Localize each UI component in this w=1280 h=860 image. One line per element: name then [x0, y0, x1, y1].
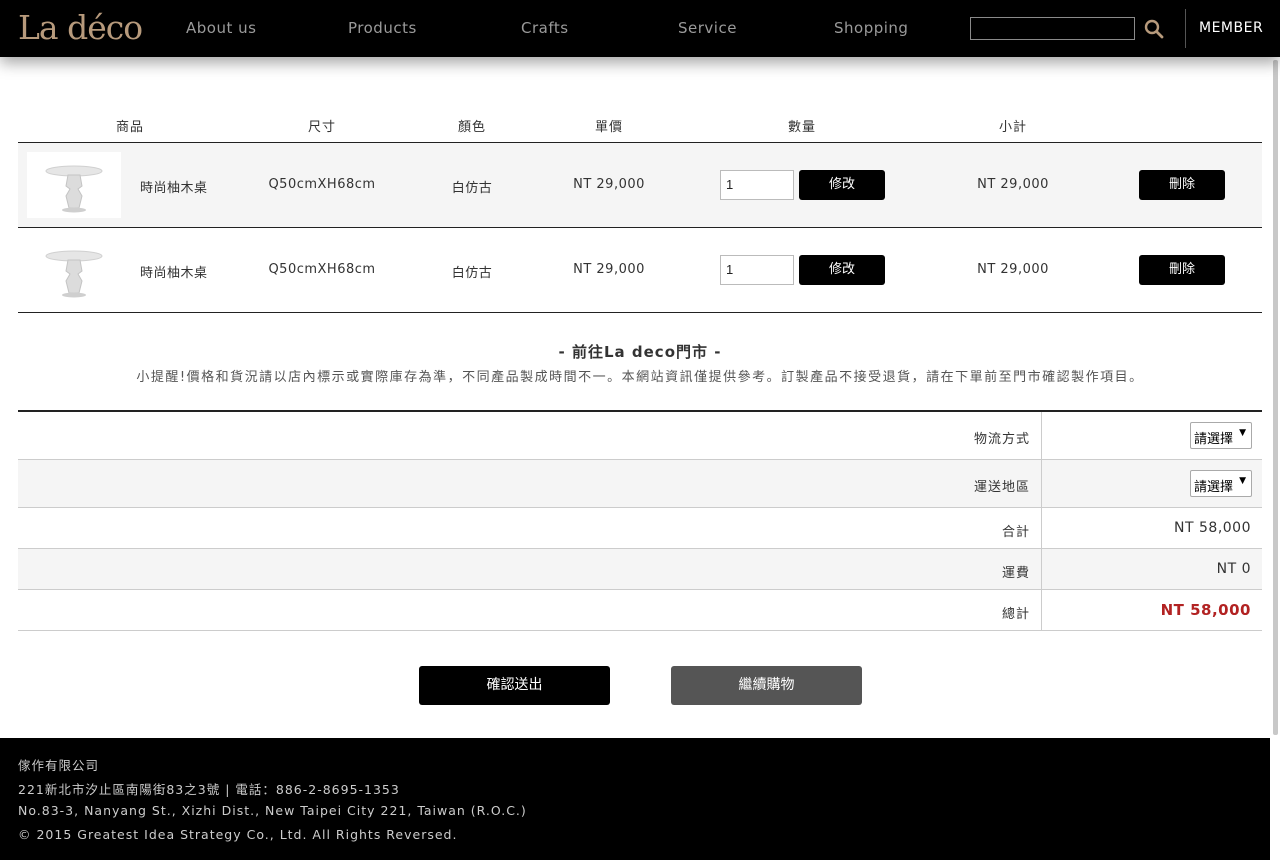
cart-table: 商品 尺寸 顏色 單價 數量 小計 時尚柚木桌 Q50cmXH68cm 白仿古 … — [18, 105, 1262, 313]
row-subtotal: NT 29,000 — [977, 262, 1049, 277]
search-input[interactable] — [970, 17, 1135, 40]
freight-row: 運費 NT 0 — [18, 549, 1262, 590]
col-subtotal: 小計 — [998, 120, 1028, 135]
total-label: 總計 — [1001, 607, 1030, 622]
summary-divider — [1041, 549, 1042, 589]
product-size: Q50cmXH68cm — [268, 177, 376, 192]
nav-products[interactable]: Products — [348, 19, 417, 37]
quantity-input[interactable]: 1 — [720, 170, 794, 200]
sum-row: 合計 NT 58,000 — [18, 508, 1262, 549]
summary-divider — [1041, 460, 1042, 507]
edit-button[interactable]: 修改 — [799, 170, 885, 200]
shipping-method-row: 物流方式 請選擇 ▼ — [18, 412, 1262, 460]
col-color: 顏色 — [457, 120, 487, 135]
region-row: 運送地區 請選擇 ▼ — [18, 460, 1262, 508]
region-value: 請選擇 — [1194, 480, 1234, 495]
col-price: 單價 — [594, 120, 624, 135]
summary-divider — [1041, 590, 1042, 630]
store-link-title[interactable]: - 前往La deco門市 - — [0, 341, 1280, 362]
delete-button[interactable]: 刪除 — [1139, 170, 1225, 200]
unit-price: NT 29,000 — [573, 177, 645, 192]
chevron-down-icon: ▼ — [1239, 476, 1246, 486]
quantity-input[interactable]: 1 — [720, 255, 794, 285]
chevron-down-icon: ▼ — [1239, 428, 1246, 438]
site-footer: 傢作有限公司 221新北市汐止區南陽街83之3號 | 電話：886-2-8695… — [0, 738, 1270, 860]
scrollbar-thumb[interactable] — [1273, 60, 1278, 735]
notice-text: 小提醒!價格和貨況請以店內標示或實際庫存為準，不同產品製成時間不一。本網站資訊僅… — [136, 370, 1144, 385]
footer-address-zh: 221新北市汐止區南陽街83之3號 | 電話：886-2-8695-1353 — [18, 782, 400, 797]
edit-button[interactable]: 修改 — [799, 255, 885, 285]
footer-company: 傢作有限公司 — [18, 758, 100, 773]
region-label: 運送地區 — [973, 480, 1030, 495]
product-name[interactable]: 時尚柚木桌 — [140, 262, 208, 281]
product-color: 白仿古 — [451, 181, 493, 196]
col-product: 商品 — [115, 120, 145, 135]
product-thumbnail[interactable] — [27, 152, 121, 218]
product-color: 白仿古 — [451, 266, 493, 281]
sum-label: 合計 — [1001, 525, 1030, 540]
row-subtotal: NT 29,000 — [977, 177, 1049, 192]
unit-price: NT 29,000 — [573, 262, 645, 277]
site-header: La déco About us Products Crafts Service… — [0, 0, 1280, 57]
continue-shopping-button[interactable]: 繼續購物 — [671, 666, 862, 705]
cart-header-row: 商品 尺寸 顏色 單價 數量 小計 — [18, 105, 1262, 143]
sum-value: NT 58,000 — [1174, 520, 1251, 536]
region-select[interactable]: 請選擇 ▼ — [1190, 470, 1252, 497]
order-summary: 物流方式 請選擇 ▼ 運送地區 請選擇 ▼ 合計 NT 58,000 運費 NT… — [18, 410, 1262, 631]
footer-copyright: © 2015 Greatest Idea Strategy Co., Ltd. … — [18, 827, 458, 842]
logo[interactable]: La déco — [18, 8, 143, 47]
confirm-submit-button[interactable]: 確認送出 — [419, 666, 610, 705]
footer-address-en: No.83-3, Nanyang St., Xizhi Dist., New T… — [18, 803, 527, 818]
table-row: 時尚柚木桌 Q50cmXH68cm 白仿古 NT 29,000 1 修改 NT … — [18, 228, 1262, 313]
nav-about-us[interactable]: About us — [186, 19, 256, 37]
header-divider — [1185, 9, 1186, 48]
product-size: Q50cmXH68cm — [268, 262, 376, 277]
col-size: 尺寸 — [307, 120, 337, 135]
search-icon[interactable] — [1143, 18, 1165, 40]
nav-shopping[interactable]: Shopping — [834, 19, 908, 37]
freight-value: NT 0 — [1216, 561, 1251, 577]
shipping-method-select[interactable]: 請選擇 ▼ — [1190, 422, 1252, 449]
summary-divider — [1041, 508, 1042, 548]
table-row: 時尚柚木桌 Q50cmXH68cm 白仿古 NT 29,000 1 修改 NT … — [18, 143, 1262, 228]
nav-crafts[interactable]: Crafts — [521, 19, 569, 37]
member-link[interactable]: MEMBER — [1199, 20, 1263, 36]
shipping-method-value: 請選擇 — [1194, 432, 1234, 447]
delete-button[interactable]: 刪除 — [1139, 255, 1225, 285]
product-name[interactable]: 時尚柚木桌 — [140, 177, 208, 196]
shipping-method-label: 物流方式 — [973, 432, 1030, 447]
total-value: NT 58,000 — [1160, 601, 1251, 619]
freight-label: 運費 — [1001, 566, 1030, 581]
summary-divider — [1041, 412, 1042, 459]
product-thumbnail[interactable] — [27, 237, 121, 303]
total-row: 總計 NT 58,000 — [18, 590, 1262, 631]
col-qty: 數量 — [787, 120, 817, 135]
nav-service[interactable]: Service — [678, 19, 737, 37]
